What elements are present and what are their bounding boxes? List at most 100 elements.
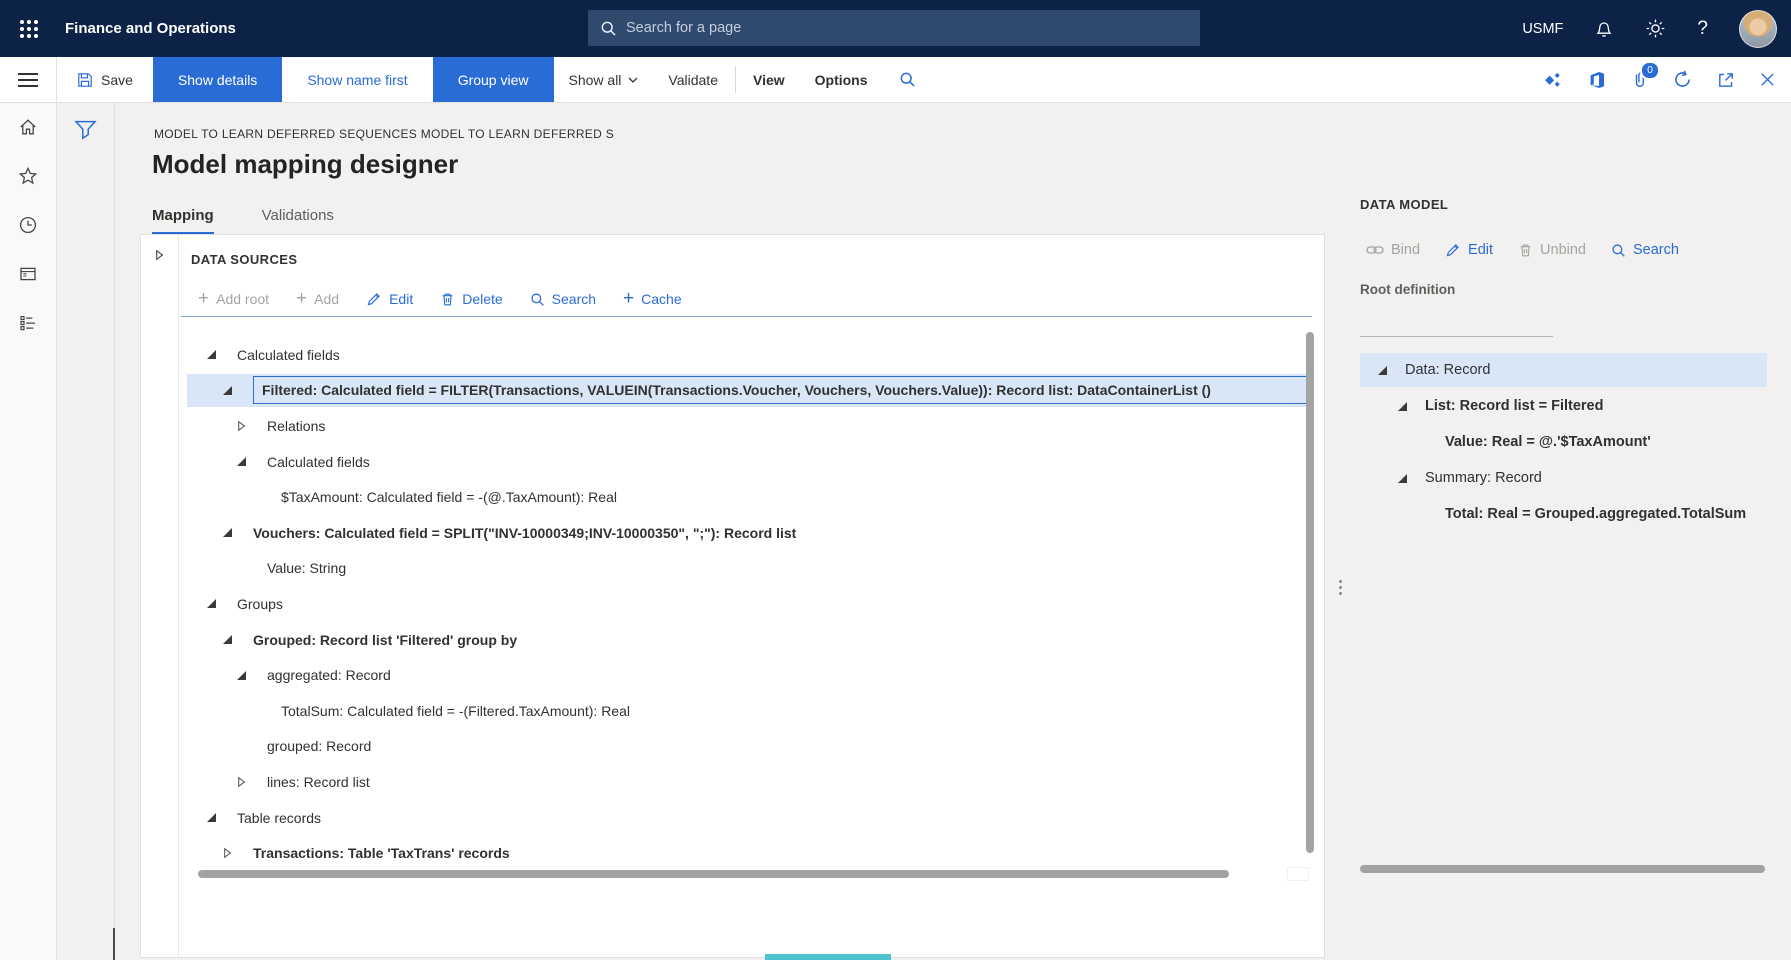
top-navigation-bar: Finance and Operations USMF ? [0, 0, 1791, 57]
bind-button[interactable]: Bind [1366, 242, 1420, 258]
add-root-button[interactable]: + Add root [198, 291, 269, 307]
unbind-button[interactable]: Unbind [1518, 242, 1586, 258]
attachments-paperclip-icon[interactable]: 0 [1631, 70, 1648, 89]
panel-splitter-handle[interactable] [1334, 103, 1347, 958]
horizontal-scrollbar-thumb[interactable] [198, 870, 1229, 878]
home-icon[interactable] [18, 117, 38, 137]
tree-item-transactions[interactable]: Transactions: Table 'TaxTrans' records [141, 835, 1326, 871]
pane-resize-edge[interactable] [113, 928, 115, 960]
actionbar-right-icons: 0 [1543, 57, 1791, 102]
page-horizontal-scrollbar-thumb[interactable] [765, 954, 891, 960]
options-menu[interactable]: Options [800, 57, 883, 102]
expand-arrow-icon[interactable] [237, 671, 267, 680]
delete-button[interactable]: Delete [440, 291, 502, 307]
model-item-list[interactable]: List: Record list = Filtered [1347, 388, 1791, 424]
validate-button[interactable]: Validate [653, 57, 733, 102]
expand-arrow-icon[interactable] [1378, 366, 1405, 375]
modules-list-icon[interactable] [18, 313, 38, 333]
add-label: Add [314, 291, 339, 307]
edit-model-button[interactable]: Edit [1445, 242, 1493, 258]
close-icon[interactable] [1760, 72, 1775, 87]
help-icon[interactable]: ? [1697, 18, 1708, 40]
expand-arrow-icon[interactable] [207, 813, 237, 822]
model-item-data-record-selected[interactable]: Data: Record [1347, 352, 1791, 388]
tree-item-taxamount[interactable]: $TaxAmount: Calculated field = -(@.TaxAm… [141, 479, 1326, 515]
tree-item-groups[interactable]: Groups [141, 586, 1326, 622]
workspace-icon[interactable] [18, 264, 38, 284]
expand-arrow-icon[interactable] [1398, 402, 1425, 411]
favorites-star-icon[interactable] [18, 166, 38, 186]
tree-item-grouped-record[interactable]: grouped: Record [141, 729, 1326, 765]
global-search-box[interactable] [588, 10, 1200, 46]
refresh-icon[interactable] [1673, 70, 1692, 89]
hamburger-menu-icon[interactable] [0, 57, 57, 102]
collapse-arrow-icon[interactable] [237, 420, 267, 432]
expand-arrow-icon[interactable] [1398, 474, 1425, 483]
attachment-count-badge: 0 [1640, 61, 1660, 80]
tree-item-value-string[interactable]: Value: String [141, 551, 1326, 587]
group-view-toggle[interactable]: Group view [433, 57, 554, 102]
app-window: Finance and Operations USMF ? Sav [0, 0, 1791, 960]
tree-item-grouped[interactable]: Grouped: Record list 'Filtered' group by [141, 622, 1326, 658]
company-selector[interactable]: USMF [1522, 21, 1563, 37]
action-bar: Save Show details Show name first Group … [0, 57, 1791, 103]
expand-arrow-icon[interactable] [207, 350, 237, 359]
tree-item-totalsum[interactable]: TotalSum: Calculated field = -(Filtered.… [141, 693, 1326, 729]
office-logo-icon[interactable] [1588, 71, 1606, 89]
show-all-dropdown[interactable]: Show all [554, 57, 654, 102]
data-sources-header: DATA SOURCES [191, 252, 297, 267]
add-button[interactable]: + Add [296, 291, 339, 307]
tree-item-filtered-selected[interactable]: Filtered: Calculated field = FILTER(Tran… [141, 373, 1326, 409]
tree-item-table-records[interactable]: Table records [141, 800, 1326, 836]
expand-arrow-icon[interactable] [223, 635, 253, 644]
model-item-summary[interactable]: Summary: Record [1347, 460, 1791, 496]
tree-item-relations[interactable]: Relations [141, 408, 1326, 444]
search-model-button[interactable]: Search [1611, 242, 1679, 258]
tab-validations[interactable]: Validations [262, 207, 334, 235]
bind-label: Bind [1391, 242, 1420, 258]
options-label: Options [815, 72, 868, 88]
scrollbar-corner [1287, 867, 1309, 881]
show-name-first-toggle[interactable]: Show name first [282, 57, 432, 102]
tree-item-calculated-fields-nested[interactable]: Calculated fields [141, 444, 1326, 480]
data-model-horizontal-scrollbar-thumb[interactable] [1360, 865, 1765, 873]
show-all-label: Show all [569, 72, 622, 88]
tree-item-vouchers[interactable]: Vouchers: Calculated field = SPLIT("INV-… [141, 515, 1326, 551]
cache-button[interactable]: + Cache [623, 291, 682, 307]
settings-gear-icon[interactable] [1645, 18, 1666, 39]
recent-clock-icon[interactable] [18, 215, 38, 235]
page-tabs: Mapping Validations [152, 207, 334, 235]
expand-arrow-icon[interactable] [207, 599, 237, 608]
open-in-new-window-icon[interactable] [1717, 71, 1735, 89]
tab-mapping[interactable]: Mapping [152, 207, 214, 235]
expand-arrow-icon[interactable] [237, 457, 267, 466]
filter-funnel-icon[interactable] [74, 120, 97, 140]
search-tree-button[interactable]: Search [530, 291, 596, 307]
search-input[interactable] [626, 20, 1188, 36]
actionbar-search-icon[interactable] [883, 57, 932, 102]
splitter-dots-icon [1339, 580, 1342, 598]
collapse-arrow-icon[interactable] [223, 847, 253, 859]
app-launcher-button[interactable] [0, 0, 57, 57]
model-item-total[interactable]: Total: Real = Grouped.aggregated.TotalSu… [1347, 496, 1791, 532]
group-view-label: Group view [458, 72, 529, 88]
tree-item-calculated-fields[interactable]: Calculated fields [141, 337, 1326, 373]
vertical-scrollbar-thumb[interactable] [1306, 332, 1314, 853]
insights-diamonds-icon[interactable] [1543, 70, 1563, 90]
edit-button[interactable]: Edit [366, 291, 413, 307]
model-item-value[interactable]: Value: Real = @.'$TaxAmount' [1347, 424, 1791, 460]
notifications-bell-icon[interactable] [1594, 19, 1614, 39]
collapse-arrow-icon[interactable] [237, 776, 267, 788]
view-menu[interactable]: View [738, 57, 800, 102]
tree-item-lines[interactable]: lines: Record list [141, 764, 1326, 800]
expand-arrow-icon[interactable] [223, 386, 253, 395]
user-avatar[interactable] [1739, 10, 1777, 48]
tree-item-aggregated[interactable]: aggregated: Record [141, 657, 1326, 693]
save-button[interactable]: Save [57, 57, 153, 102]
show-details-toggle[interactable]: Show details [153, 57, 282, 102]
data-model-panel: DATA MODEL Bind Edit Unbind [1347, 103, 1791, 960]
breadcrumb: MODEL TO LEARN DEFERRED SEQUENCES MODEL … [154, 127, 614, 141]
plus-icon: + [623, 292, 634, 306]
expand-arrow-icon[interactable] [223, 528, 253, 537]
show-details-label: Show details [178, 72, 257, 88]
